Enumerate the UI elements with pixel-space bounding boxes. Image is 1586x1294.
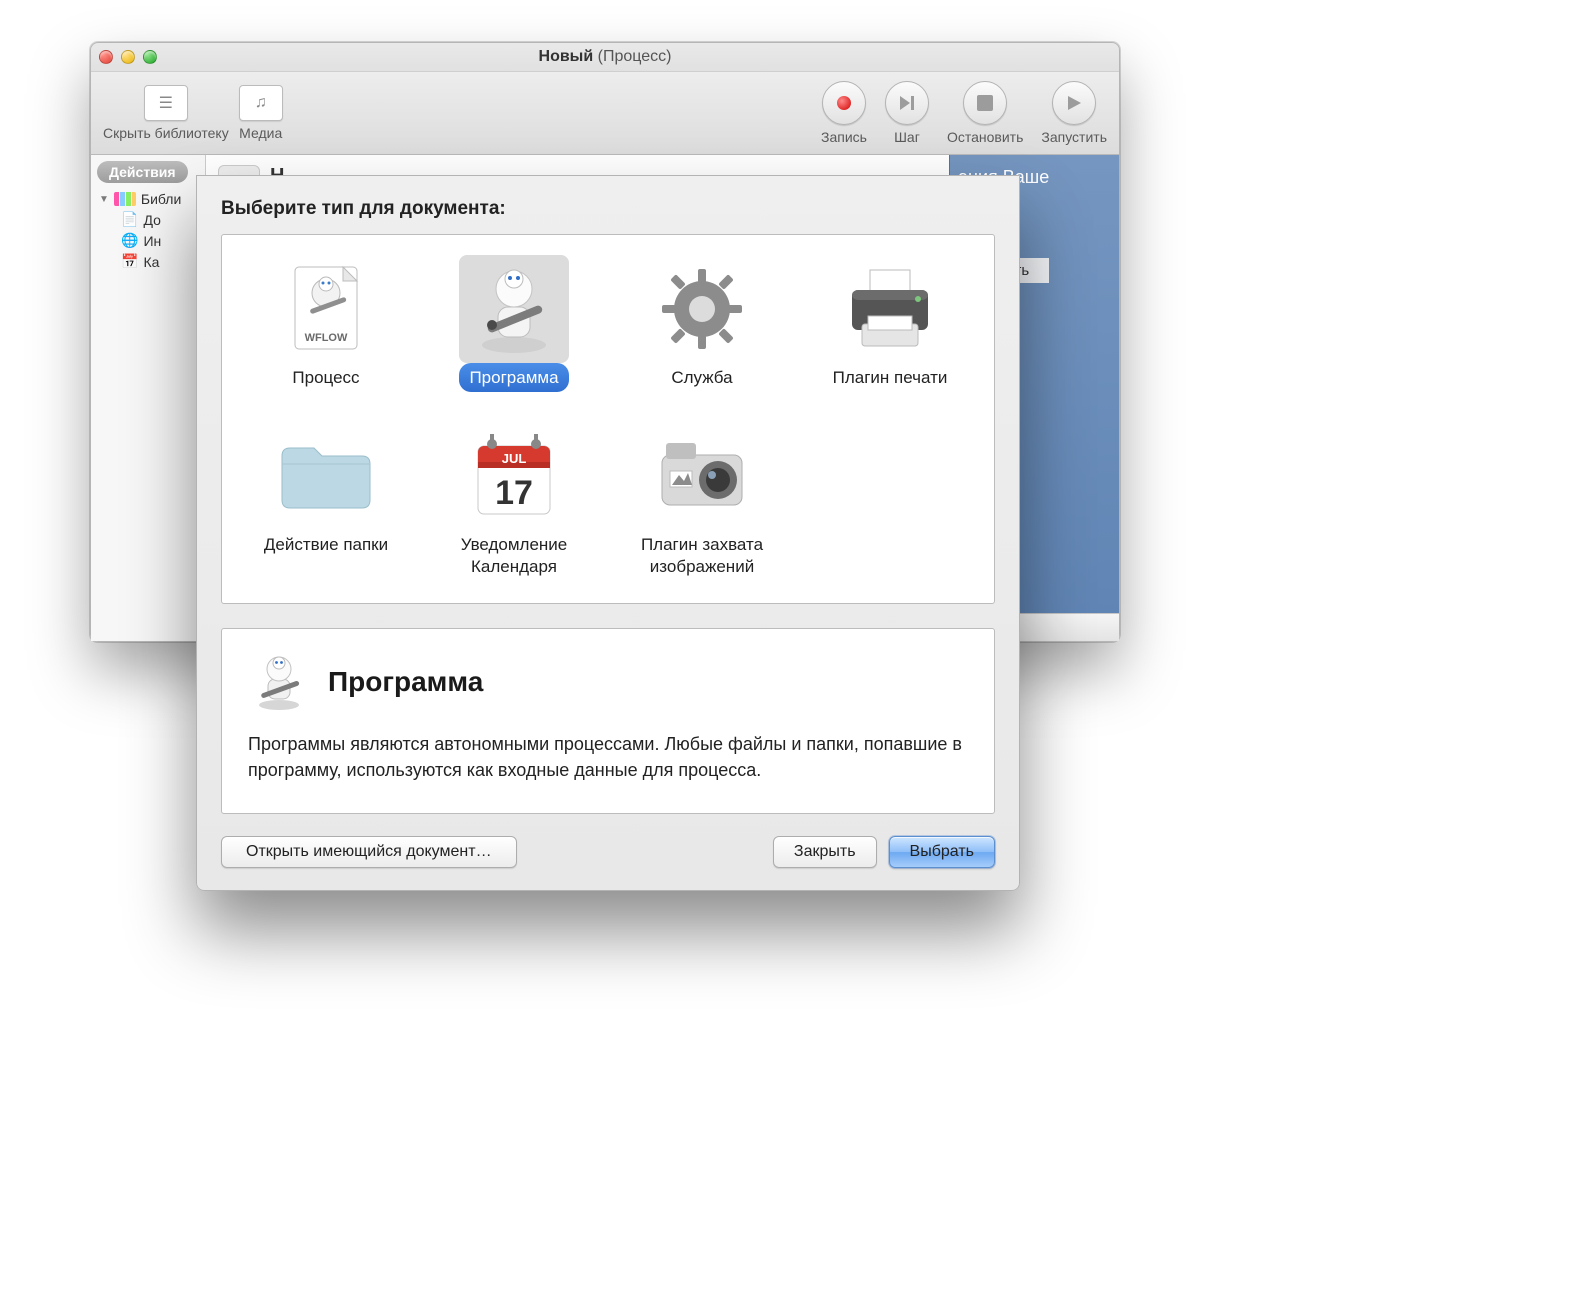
description-title: Программа — [328, 666, 483, 698]
template-description: Программа Программы являются автономными… — [221, 628, 995, 814]
template-label: Плагин печати — [823, 363, 958, 392]
choose-button[interactable]: Выбрать — [889, 836, 995, 868]
globe-icon: 🌐 — [121, 232, 138, 249]
calendar-icon: 📅 — [121, 253, 138, 270]
template-folder-action[interactable]: Действие папки — [232, 422, 420, 581]
media-label: Медиа — [239, 125, 282, 141]
stop-icon — [963, 81, 1007, 125]
camera-icon — [647, 422, 757, 530]
tree-item-label: До — [143, 212, 160, 228]
open-existing-button[interactable]: Открыть имеющийся документ… — [221, 836, 517, 868]
template-label: Действие папки — [254, 530, 398, 559]
close-button[interactable]: Закрыть — [773, 836, 877, 868]
tree-item[interactable]: 📄 До — [93, 209, 203, 230]
step-button[interactable]: Шаг — [885, 81, 929, 145]
template-label: Плагин захвата изображений — [612, 530, 792, 581]
record-button[interactable]: Запись — [821, 81, 867, 145]
toolbar-right: Запись Шаг Остановить Запустить — [821, 81, 1107, 145]
run-label: Запустить — [1041, 129, 1107, 145]
media-button[interactable]: ♫ Медиа — [239, 85, 283, 141]
svg-text:17: 17 — [495, 474, 533, 512]
workflow-icon: WFLOW — [271, 255, 381, 363]
template-service[interactable]: Служба — [608, 255, 796, 392]
application-icon — [459, 255, 569, 363]
window-title: Новый (Процесс) — [91, 48, 1119, 66]
run-button[interactable]: Запустить — [1041, 81, 1107, 145]
library-icon — [114, 192, 136, 206]
template-application[interactable]: Программа — [420, 255, 608, 392]
template-label: Программа — [459, 363, 568, 392]
titlebar: Новый (Процесс) — [91, 43, 1119, 71]
media-icon: ♫ — [239, 85, 283, 121]
template-grid: WFLOW Процесс — [221, 234, 995, 604]
tree-item-label: Ин — [143, 233, 161, 249]
sidebar: Действия ▼ Библи 📄 До 🌐 Ин 📅 Ка — [91, 155, 206, 641]
tree-item[interactable]: 🌐 Ин — [93, 230, 203, 251]
service-icon — [647, 255, 757, 363]
template-calendar-alarm[interactable]: JUL 17 Уведомление Календаря — [420, 422, 608, 581]
hide-library-label: Скрыть библиотеку — [103, 125, 229, 141]
description-body: Программы являются автономными процессам… — [248, 731, 968, 783]
tree-item[interactable]: 📅 Ка — [93, 251, 203, 272]
stop-button[interactable]: Остановить — [947, 81, 1023, 145]
record-label: Запись — [821, 129, 867, 145]
template-label: Процесс — [282, 363, 369, 392]
window-title-sub: (Процесс) — [598, 48, 672, 65]
disclosure-triangle-icon[interactable]: ▼ — [99, 194, 109, 205]
template-chooser-sheet: Выберите тип для документа: WFLOW Процес… — [196, 175, 1020, 891]
folder-icon — [271, 422, 381, 530]
run-icon — [1052, 81, 1096, 125]
stop-label: Остановить — [947, 129, 1023, 145]
tree-item-label: Ка — [143, 254, 159, 270]
window-title-main: Новый — [539, 48, 594, 65]
sheet-buttons: Открыть имеющийся документ… Закрыть Выбр… — [221, 836, 995, 868]
template-workflow[interactable]: WFLOW Процесс — [232, 255, 420, 392]
library-root[interactable]: ▼ Библи — [93, 189, 203, 209]
hide-library-button[interactable]: ☰ Скрыть библиотеку — [103, 85, 229, 141]
printer-icon — [835, 255, 945, 363]
template-label: Уведомление Календаря — [424, 530, 604, 581]
document-icon: 📄 — [121, 211, 138, 228]
svg-text:JUL: JUL — [502, 451, 527, 466]
svg-text:WFLOW: WFLOW — [305, 332, 348, 344]
template-label: Служба — [661, 363, 742, 392]
library-icon: ☰ — [144, 85, 188, 121]
calendar-icon: JUL 17 — [459, 422, 569, 530]
toolbar: ☰ Скрыть библиотеку ♫ Медиа Запись Шаг — [91, 71, 1119, 155]
record-icon — [822, 81, 866, 125]
template-print-plugin[interactable]: Плагин печати — [796, 255, 984, 392]
tab-actions[interactable]: Действия — [97, 161, 188, 183]
library-label: Библи — [141, 191, 181, 207]
automator-app-icon — [248, 651, 310, 713]
library-tree[interactable]: ▼ Библи 📄 До 🌐 Ин 📅 Ка — [91, 189, 205, 272]
sheet-prompt: Выберите тип для документа: — [221, 198, 995, 220]
step-icon — [885, 81, 929, 125]
template-image-capture-plugin[interactable]: Плагин захвата изображений — [608, 422, 796, 581]
step-label: Шаг — [894, 129, 920, 145]
